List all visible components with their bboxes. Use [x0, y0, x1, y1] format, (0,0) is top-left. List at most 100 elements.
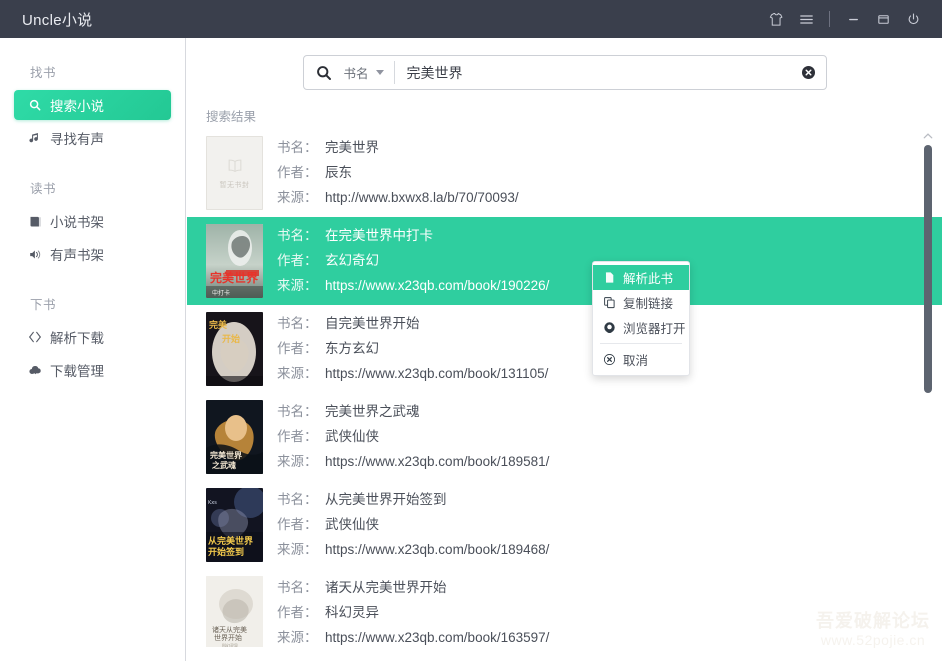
- scrollbar-track[interactable]: [924, 145, 932, 643]
- book-source-url[interactable]: https://www.x23qb.com/book/189468/: [325, 540, 549, 560]
- field-label-author: 作者：: [277, 253, 318, 268]
- search-row: 书名: [187, 38, 942, 90]
- minimize-icon[interactable]: [838, 0, 868, 38]
- sidebar-item-audio-shelf[interactable]: 有声书架: [14, 239, 171, 269]
- sidebar-item-novel-shelf[interactable]: 小说书架: [14, 206, 171, 236]
- svg-text:之武魂: 之武魂: [212, 460, 236, 470]
- field-label-author: 作者：: [277, 341, 318, 356]
- svg-text:Kxs: Kxs: [208, 500, 217, 506]
- svg-text:完美: 完美: [209, 319, 228, 331]
- cover-art-space: Kxs 从完美世界 开始签到: [206, 488, 263, 562]
- field-label-title: 书名：: [277, 228, 318, 243]
- sidebar-group-label-download: 下书: [30, 298, 57, 312]
- book-source-url[interactable]: https://www.x23qb.com/book/131105/: [325, 364, 548, 384]
- sidebar-item-search-novel[interactable]: 搜索小说: [14, 90, 171, 120]
- svg-text:从完美世界: 从完美世界: [208, 535, 253, 547]
- sidebar-group-label-find: 找书: [30, 66, 57, 80]
- context-menu-item-parse[interactable]: 解析此书: [593, 265, 689, 290]
- cancel-icon: [602, 353, 616, 367]
- svg-text:开始签到: 开始签到: [208, 546, 244, 558]
- book-author-line: 作者： 武侠仙侠: [277, 427, 549, 447]
- book-author-line: 作者： 辰东: [277, 163, 519, 183]
- power-icon[interactable]: [898, 0, 928, 38]
- search-input[interactable]: [394, 56, 792, 89]
- book-source-line: 来源： http://www.bxwx8.la/b/70/70093/: [277, 188, 519, 208]
- menu-icon[interactable]: [791, 0, 821, 38]
- book-title: 从完美世界开始签到: [325, 492, 447, 507]
- result-row[interactable]: 完美 开始 书名： 自完美世界开始 作者： 东方玄幻 来源： https://w…: [187, 305, 942, 393]
- svg-text:完美世界: 完美世界: [210, 450, 243, 460]
- field-label-title: 书名：: [277, 580, 318, 595]
- cover-art-white-robe: 完美世界 中打卡: [206, 224, 263, 298]
- book-icon: [228, 159, 241, 173]
- book-source-line: 来源： https://www.x23qb.com/book/190226/: [277, 276, 549, 296]
- cover-art-blue-warrior: 完美世界 之武魂: [206, 400, 263, 474]
- cover-art-pale-sketch: 诸天从完美 世界开始 科幻灵异: [206, 576, 263, 647]
- sidebar-item-label: 下载管理: [50, 364, 104, 379]
- clear-search-button[interactable]: [792, 64, 826, 81]
- cloud-download-icon: [27, 362, 43, 378]
- search-type-label: 书名: [343, 67, 369, 81]
- book-author: 科幻灵异: [325, 605, 379, 620]
- book-author-line: 作者： 武侠仙侠: [277, 515, 549, 535]
- context-menu-item-open-browser[interactable]: 浏览器打开: [593, 315, 689, 340]
- book-title: 诸天从完美世界开始: [325, 580, 447, 595]
- book-meta: 书名： 完美世界之武魂 作者： 武侠仙侠 来源： https://www.x23…: [277, 400, 549, 472]
- scrollbar-thumb[interactable]: [924, 145, 932, 393]
- book-title-line: 书名： 从完美世界开始签到: [277, 490, 549, 510]
- book-title-line: 书名： 在完美世界中打卡: [277, 226, 549, 246]
- result-row[interactable]: 完美世界 之武魂 书名： 完美世界之武魂 作者： 武侠仙侠 来源： https:…: [187, 393, 942, 481]
- context-menu-item-copy-link[interactable]: 复制链接: [593, 290, 689, 315]
- book-meta: 书名： 在完美世界中打卡 作者： 玄幻奇幻 来源： https://www.x2…: [277, 224, 549, 296]
- search-type-dropdown[interactable]: 书名: [344, 56, 394, 89]
- sidebar-item-label: 寻找有声: [50, 132, 104, 147]
- results-list: 暂无书封 书名： 完美世界 作者： 辰东 来源： http://www.bxwx…: [187, 129, 942, 647]
- book-title: 在完美世界中打卡: [325, 228, 433, 243]
- maximize-icon[interactable]: [868, 0, 898, 38]
- results-label: 搜索结果: [206, 110, 257, 124]
- book-author: 辰东: [325, 165, 352, 180]
- music-note-icon: [27, 130, 43, 146]
- book-source-url[interactable]: http://www.bxwx8.la/b/70/70093/: [325, 188, 519, 208]
- book-cover: 完美世界 之武魂: [206, 400, 263, 474]
- sidebar-item-download-manager[interactable]: 下载管理: [14, 355, 171, 385]
- search-box: 书名: [302, 55, 827, 90]
- results-scrollbar[interactable]: [920, 129, 936, 647]
- book-meta: 书名： 完美世界 作者： 辰东 来源： http://www.bxwx8.la/…: [277, 136, 519, 208]
- sidebar-item-find-audio[interactable]: 寻找有声: [14, 123, 171, 153]
- book-author-line: 作者： 科幻灵异: [277, 603, 549, 623]
- title-bar: Uncle小说: [0, 0, 942, 38]
- field-label-title: 书名：: [277, 316, 318, 331]
- field-label-author: 作者：: [277, 429, 318, 444]
- sidebar-item-parse-download[interactable]: 解析下载: [14, 322, 171, 352]
- book-title: 完美世界: [325, 140, 379, 155]
- context-menu-item-label: 浏览器打开: [623, 322, 686, 336]
- field-label-author: 作者：: [277, 165, 318, 180]
- field-label-source: 来源：: [277, 190, 318, 205]
- svg-text:中打卡: 中打卡: [212, 289, 230, 297]
- sidebar-item-label: 搜索小说: [50, 99, 104, 114]
- context-menu: 解析此书 复制链接 浏览器打开 取消: [592, 261, 690, 376]
- book-title: 自完美世界开始: [325, 316, 420, 331]
- book-cover: 完美世界 中打卡: [206, 224, 263, 298]
- parse-document-icon: [602, 271, 616, 285]
- theme-shirt-icon[interactable]: [761, 0, 791, 38]
- result-row[interactable]: Kxs 从完美世界 开始签到 书名： 从完美世界开始签到 作者： 武侠仙侠 来源…: [187, 481, 942, 569]
- result-row[interactable]: 暂无书封 书名： 完美世界 作者： 辰东 来源： http://www.bxwx…: [187, 129, 942, 217]
- field-label-source: 来源：: [277, 542, 318, 557]
- field-label-title: 书名：: [277, 404, 318, 419]
- result-row[interactable]: 诸天从完美 世界开始 科幻灵异 书名： 诸天从完美世界开始 作者： 科幻灵异 来…: [187, 569, 942, 647]
- result-row-selected[interactable]: 完美世界 中打卡 书名： 在完美世界中打卡 作者： 玄幻奇幻 来源： https…: [187, 217, 942, 305]
- book-meta: 书名： 自完美世界开始 作者： 东方玄幻 来源： https://www.x23…: [277, 312, 548, 384]
- book-source-url[interactable]: https://www.x23qb.com/book/190226/: [325, 276, 549, 296]
- book-title: 完美世界之武魂: [325, 404, 420, 419]
- context-menu-item-cancel[interactable]: 取消: [593, 347, 689, 372]
- sidebar-item-label: 小说书架: [50, 215, 104, 230]
- book-title-line: 书名： 诸天从完美世界开始: [277, 578, 549, 598]
- book-author: 东方玄幻: [325, 341, 379, 356]
- book-source-url[interactable]: https://www.x23qb.com/book/163597/: [325, 628, 549, 647]
- book-source-url[interactable]: https://www.x23qb.com/book/189581/: [325, 452, 549, 472]
- chevron-up-icon[interactable]: [923, 131, 933, 141]
- context-menu-item-label: 复制链接: [623, 297, 674, 311]
